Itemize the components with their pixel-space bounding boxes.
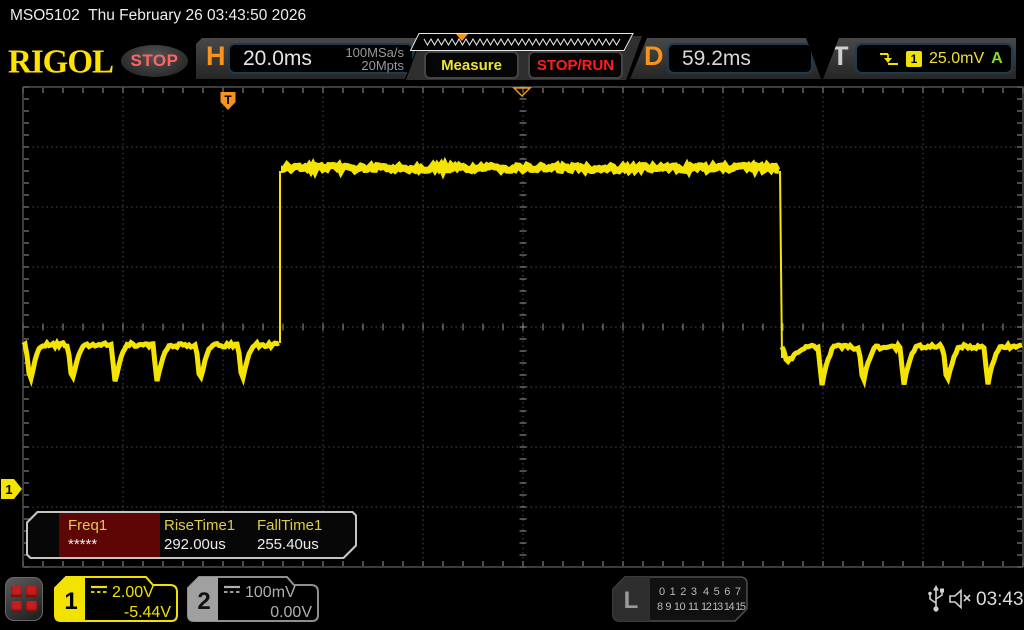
trigger-position-marker-label: T xyxy=(224,93,232,107)
channel2-offset: 0.00V xyxy=(270,604,312,621)
logic-group-0-3: 0 1 2 3 xyxy=(659,586,697,598)
channel1-ground-marker-label: 1 xyxy=(5,482,12,497)
channel1-scale: 2.00V xyxy=(112,584,154,601)
delay-reference-marker[interactable] xyxy=(514,88,530,96)
menu-grid-square xyxy=(26,586,37,597)
menu-grid-square xyxy=(26,601,37,612)
menu-grid-square xyxy=(11,601,22,612)
measurement-risetime1[interactable]: RiseTime1 292.00us xyxy=(160,513,253,557)
channel1-offset: -5.44V xyxy=(124,604,171,621)
menu-grid-button[interactable] xyxy=(5,577,43,621)
usb-icon xyxy=(926,582,946,614)
ch1-waveform-low-right xyxy=(782,345,1022,385)
ch1-waveform-falling-edge xyxy=(780,171,782,358)
logic-group-4-7: 4 5 6 7 xyxy=(703,586,741,598)
measurement-panel-body: Freq1 ***** RiseTime1 292.00us FallTime1… xyxy=(28,513,355,557)
logic-label: L xyxy=(624,587,639,614)
channel2-badge[interactable]: 2 100mV 0.00V xyxy=(187,576,319,622)
oscilloscope-screen: MSO5102 Thu February 26 03:43:50 2026 RI… xyxy=(0,0,1024,630)
ch1-waveform-low-left xyxy=(23,343,279,382)
channel2-number: 2 xyxy=(197,588,210,615)
logic-group-8-11: 8 9 10 11 xyxy=(657,601,699,613)
measurement-falltime1[interactable]: FallTime1 255.40us xyxy=(253,513,349,557)
clock: 03:43 xyxy=(976,589,1024,611)
channel2-scale: 100mV xyxy=(245,584,296,601)
logic-group-12-15: 12 13 14 15 xyxy=(701,601,746,613)
measurement-freq1[interactable]: Freq1 ***** xyxy=(59,513,160,557)
ch1-waveform-high xyxy=(281,165,779,170)
logic-channels-badge[interactable]: L 0 1 2 3 4 5 6 7 8 9 10 11 12 13 14 15 xyxy=(612,576,748,622)
channel1-number: 1 xyxy=(64,588,77,615)
menu-grid-square xyxy=(11,586,22,597)
measurement-panel: Freq1 ***** RiseTime1 292.00us FallTime1… xyxy=(26,511,357,559)
channel1-badge[interactable]: 1 2.00V -5.44V xyxy=(54,576,178,622)
speaker-muted-icon xyxy=(948,589,974,609)
